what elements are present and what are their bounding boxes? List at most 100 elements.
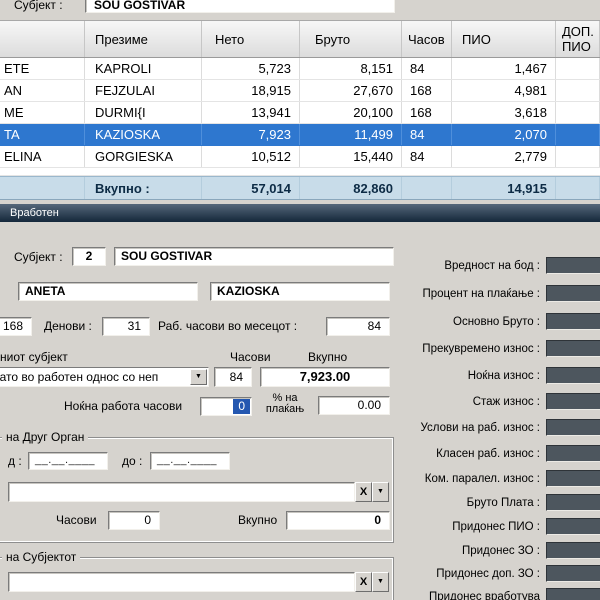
cell-hours: 84 xyxy=(402,146,452,167)
date-to-label: до : xyxy=(122,455,142,468)
hours-column-header: Часови xyxy=(230,351,271,364)
cell-pio: 3,618 xyxy=(452,102,556,123)
first-name-field[interactable]: ANETA xyxy=(18,282,198,301)
table-header: Презиме Нето Бруто Часов ПИО ДОП. ПИО xyxy=(0,20,600,58)
field-label-osnovno-bruto: Основно Бруто : xyxy=(348,316,540,329)
total-hours xyxy=(402,177,452,199)
table-row[interactable]: ME DURMI{I 13,941 20,100 168 3,618 xyxy=(0,102,600,124)
cell-name: ME xyxy=(0,102,85,123)
header-bruto[interactable]: Бруто xyxy=(300,21,402,57)
subject-code-field[interactable]: 2 xyxy=(72,247,106,266)
date-from-input[interactable]: __.__.____ xyxy=(28,452,108,470)
other-organ-combobox[interactable] xyxy=(8,482,355,502)
cell-surname: KAZIOSKA xyxy=(85,124,202,145)
field-label-uslovi: Услови на раб. износ : xyxy=(348,422,540,435)
cell-name: ETE xyxy=(0,58,85,79)
date-to-input[interactable]: __.__.____ xyxy=(150,452,230,470)
value-field[interactable] xyxy=(546,588,600,600)
cell-surname: GORGIESKA xyxy=(85,146,202,167)
header-neto[interactable]: Нето xyxy=(202,21,300,57)
cell-name: TA xyxy=(0,124,85,145)
panel-title: Вработен xyxy=(10,207,59,219)
other-total-label: Вкупно xyxy=(238,514,277,527)
close-icon: X xyxy=(360,487,367,498)
cell-hours: 168 xyxy=(402,102,452,123)
value-field[interactable] xyxy=(546,419,600,436)
other-organ-group-label: на Друг Орган xyxy=(2,431,88,444)
header-hours[interactable]: Часов xyxy=(402,21,452,57)
cell-name: ELINA xyxy=(0,146,85,167)
cell-bruto: 15,440 xyxy=(300,146,402,167)
total-column-header: Вкупно xyxy=(308,351,347,364)
field-label-kom-paralel: Ком. паралел. износ : xyxy=(348,473,540,486)
total-empty xyxy=(0,177,85,199)
relation-hours-field[interactable]: 84 xyxy=(214,367,252,387)
value-field[interactable] xyxy=(546,367,600,384)
cell-neto: 5,723 xyxy=(202,58,300,79)
header-pio[interactable]: ПИО xyxy=(452,21,556,57)
subject-value-field[interactable]: SOU GOSTIVAR xyxy=(85,0,395,13)
header-dop-line2: ПИО xyxy=(562,39,591,54)
night-work-label: Ноќна работа часови xyxy=(64,400,182,413)
cell-neto: 10,512 xyxy=(202,146,300,167)
night-hours-input[interactable]: 0 xyxy=(200,397,252,416)
value-field[interactable] xyxy=(546,313,600,330)
field-label-pridones-dop-zo: Придонес доп. ЗО : xyxy=(348,568,540,581)
cell-bruto: 20,100 xyxy=(300,102,402,123)
table-row[interactable]: ETE KAPROLI 5,723 8,151 84 1,467 xyxy=(0,58,600,80)
value-field[interactable] xyxy=(546,393,600,410)
header-name[interactable] xyxy=(0,21,85,57)
field-label-vrednost: Вредност на бод : xyxy=(348,260,540,273)
top-subject-bar: Субјект : SOU GOSTIVAR xyxy=(0,0,600,20)
cell-dop xyxy=(556,80,600,101)
table-empty-row xyxy=(0,168,600,176)
value-field[interactable] xyxy=(546,565,600,582)
value-field[interactable] xyxy=(546,518,600,535)
cell-bruto: 8,151 xyxy=(300,58,402,79)
table-row[interactable]: ELINA GORGIESKA 10,512 15,440 84 2,779 xyxy=(0,146,600,168)
days-label: Денови : xyxy=(44,320,92,333)
cell-neto: 7,923 xyxy=(202,124,300,145)
total-neto: 57,014 xyxy=(202,177,300,199)
value-field[interactable] xyxy=(546,445,600,462)
value-field[interactable] xyxy=(546,285,600,302)
employment-relation-combobox[interactable]: нато во работен однос со неп ▼ xyxy=(0,367,209,387)
cell-hours: 168 xyxy=(402,80,452,101)
header-dop-pio[interactable]: ДОП. ПИО xyxy=(556,21,600,57)
value-field[interactable] xyxy=(546,257,600,274)
cell-bruto: 11,499 xyxy=(300,124,402,145)
cell-bruto: 27,670 xyxy=(300,80,402,101)
subject-group-label: на Субјектот xyxy=(2,551,80,564)
field-label-nokna: Ноќна износ : xyxy=(348,370,540,383)
header-surname[interactable]: Презиме xyxy=(85,21,202,57)
total-hours-field[interactable]: 168 xyxy=(0,317,32,336)
header-dop-line1: ДОП. xyxy=(562,24,594,39)
cell-pio: 2,779 xyxy=(452,146,556,167)
field-label-bruto-plata: Бруто Плата : xyxy=(348,497,540,510)
cell-pio: 1,467 xyxy=(452,58,556,79)
total-pio: 14,915 xyxy=(452,177,556,199)
field-label-pridones-pio: Придонес ПИО : xyxy=(348,521,540,534)
value-field[interactable] xyxy=(546,340,600,357)
chevron-glyph: ▼ xyxy=(377,488,384,496)
cell-pio: 2,070 xyxy=(452,124,556,145)
days-field[interactable]: 31 xyxy=(102,317,150,336)
value-field[interactable] xyxy=(546,494,600,511)
subject-combobox[interactable] xyxy=(8,572,355,592)
table-row[interactable]: AN FEJZULAI 18,915 27,670 168 4,981 xyxy=(0,80,600,102)
other-hours-field[interactable]: 0 xyxy=(108,511,160,530)
chevron-down-icon[interactable]: ▼ xyxy=(190,369,207,385)
cell-hours: 84 xyxy=(402,58,452,79)
cell-surname: DURMI{I xyxy=(85,102,202,123)
cell-surname: KAPROLI xyxy=(85,58,202,79)
field-label-pridones-vrabotuvanje: Придонес вработува xyxy=(348,591,540,600)
value-field[interactable] xyxy=(546,542,600,559)
cell-dop xyxy=(556,102,600,123)
cell-neto: 18,915 xyxy=(202,80,300,101)
payroll-app-window: Субјект : SOU GOSTIVAR Презиме Нето Брут… xyxy=(0,0,600,600)
cell-dop xyxy=(556,58,600,79)
table-row-selected[interactable]: TA KAZIOSKA 7,923 11,499 84 2,070 xyxy=(0,124,600,146)
value-field[interactable] xyxy=(546,470,600,487)
work-subject-group-label: ниот субјект xyxy=(0,351,68,364)
employee-table: Презиме Нето Бруто Часов ПИО ДОП. ПИО ET… xyxy=(0,20,600,200)
